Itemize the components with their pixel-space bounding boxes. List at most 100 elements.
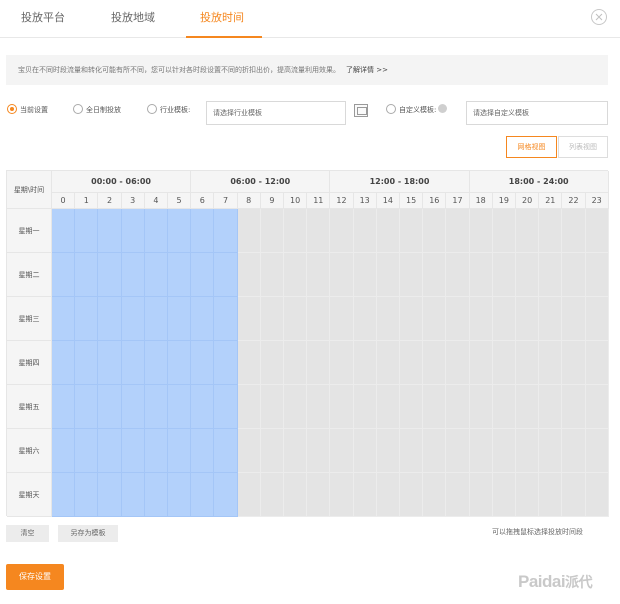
time-slot-cell[interactable] [446, 341, 470, 385]
time-slot-cell[interactable] [423, 385, 447, 429]
time-slot-cell[interactable] [284, 385, 308, 429]
option-current[interactable]: 当前设置 [7, 103, 48, 117]
time-slot-cell[interactable] [446, 473, 470, 517]
time-slot-cell[interactable] [52, 209, 76, 253]
time-slot-cell[interactable] [52, 297, 76, 341]
time-slot-cell[interactable] [539, 297, 563, 341]
time-slot-cell[interactable] [52, 473, 76, 517]
time-slot-cell[interactable] [423, 341, 447, 385]
time-slot-cell[interactable] [121, 473, 145, 517]
time-slot-cell[interactable] [376, 341, 400, 385]
time-slot-cell[interactable] [121, 341, 145, 385]
time-slot-cell[interactable] [237, 385, 261, 429]
time-slot-cell[interactable] [98, 297, 122, 341]
time-slot-cell[interactable] [423, 429, 447, 473]
time-slot-cell[interactable] [539, 341, 563, 385]
time-slot-cell[interactable] [400, 385, 424, 429]
time-slot-cell[interactable] [330, 385, 354, 429]
time-slot-cell[interactable] [469, 429, 493, 473]
time-slot-cell[interactable] [492, 385, 516, 429]
time-slot-cell[interactable] [260, 341, 284, 385]
time-slot-cell[interactable] [353, 297, 377, 341]
time-slot-cell[interactable] [284, 429, 308, 473]
time-slot-cell[interactable] [562, 341, 586, 385]
time-slot-cell[interactable] [260, 297, 284, 341]
save-as-template-button[interactable]: 另存为模板 [58, 525, 118, 542]
time-slot-cell[interactable] [423, 253, 447, 297]
time-slot-cell[interactable] [121, 253, 145, 297]
time-slot-cell[interactable] [75, 473, 99, 517]
time-slot-cell[interactable] [52, 253, 76, 297]
time-slot-cell[interactable] [516, 209, 540, 253]
radio-custom-icon[interactable] [386, 104, 396, 114]
time-slot-cell[interactable] [168, 429, 192, 473]
time-slot-cell[interactable] [284, 341, 308, 385]
time-slot-cell[interactable] [539, 209, 563, 253]
time-slot-cell[interactable] [585, 253, 609, 297]
time-slot-cell[interactable] [562, 429, 586, 473]
time-slot-cell[interactable] [121, 297, 145, 341]
time-slot-cell[interactable] [144, 209, 168, 253]
time-slot-cell[interactable] [121, 385, 145, 429]
time-slot-cell[interactable] [469, 385, 493, 429]
time-slot-cell[interactable] [75, 429, 99, 473]
time-slot-cell[interactable] [307, 385, 331, 429]
time-slot-cell[interactable] [492, 297, 516, 341]
time-slot-cell[interactable] [469, 297, 493, 341]
time-slot-cell[interactable] [214, 209, 238, 253]
time-slot-cell[interactable] [98, 341, 122, 385]
time-slot-cell[interactable] [492, 429, 516, 473]
time-slot-cell[interactable] [168, 209, 192, 253]
time-slot-cell[interactable] [516, 297, 540, 341]
tab-time[interactable]: 投放时间 [200, 0, 244, 38]
time-slot-cell[interactable] [516, 341, 540, 385]
time-slot-cell[interactable] [423, 297, 447, 341]
time-slot-cell[interactable] [214, 385, 238, 429]
time-slot-cell[interactable] [214, 253, 238, 297]
radio-allday-icon[interactable] [73, 104, 83, 114]
time-slot-cell[interactable] [539, 429, 563, 473]
time-slot-cell[interactable] [144, 253, 168, 297]
time-slot-cell[interactable] [121, 209, 145, 253]
time-slot-cell[interactable] [98, 253, 122, 297]
time-slot-cell[interactable] [585, 385, 609, 429]
time-slot-cell[interactable] [446, 253, 470, 297]
time-slot-cell[interactable] [260, 385, 284, 429]
save-settings-button[interactable]: 保存设置 [6, 564, 64, 590]
list-view-button[interactable]: 列表视图 [558, 136, 608, 158]
tab-platform[interactable]: 投放平台 [21, 0, 65, 38]
learn-more-link[interactable]: 了解详情 >> [346, 66, 388, 74]
time-slot-cell[interactable] [237, 473, 261, 517]
time-slot-cell[interactable] [260, 209, 284, 253]
time-slot-cell[interactable] [516, 429, 540, 473]
time-slot-cell[interactable] [400, 429, 424, 473]
time-slot-cell[interactable] [191, 253, 215, 297]
time-slot-cell[interactable] [562, 253, 586, 297]
time-slot-cell[interactable] [214, 473, 238, 517]
time-slot-cell[interactable] [237, 341, 261, 385]
time-slot-cell[interactable] [376, 209, 400, 253]
custom-template-select[interactable]: 请选择自定义模板 [466, 101, 608, 125]
time-slot-cell[interactable] [307, 297, 331, 341]
time-slot-cell[interactable] [492, 473, 516, 517]
time-slot-cell[interactable] [400, 341, 424, 385]
time-slot-cell[interactable] [191, 297, 215, 341]
time-slot-cell[interactable] [52, 385, 76, 429]
time-slot-cell[interactable] [539, 253, 563, 297]
time-slot-cell[interactable] [330, 297, 354, 341]
time-slot-cell[interactable] [585, 209, 609, 253]
time-slot-cell[interactable] [214, 341, 238, 385]
time-slot-cell[interactable] [353, 253, 377, 297]
help-icon[interactable] [438, 104, 448, 113]
tab-region[interactable]: 投放地域 [111, 0, 155, 38]
time-slot-cell[interactable] [144, 429, 168, 473]
time-slot-cell[interactable] [307, 473, 331, 517]
time-slot-cell[interactable] [376, 297, 400, 341]
time-slot-cell[interactable] [376, 429, 400, 473]
grid-view-button[interactable]: 网格视图 [506, 136, 557, 158]
time-slot-cell[interactable] [446, 385, 470, 429]
time-slot-cell[interactable] [75, 253, 99, 297]
time-slot-cell[interactable] [98, 209, 122, 253]
time-slot-cell[interactable] [237, 429, 261, 473]
time-slot-cell[interactable] [98, 429, 122, 473]
